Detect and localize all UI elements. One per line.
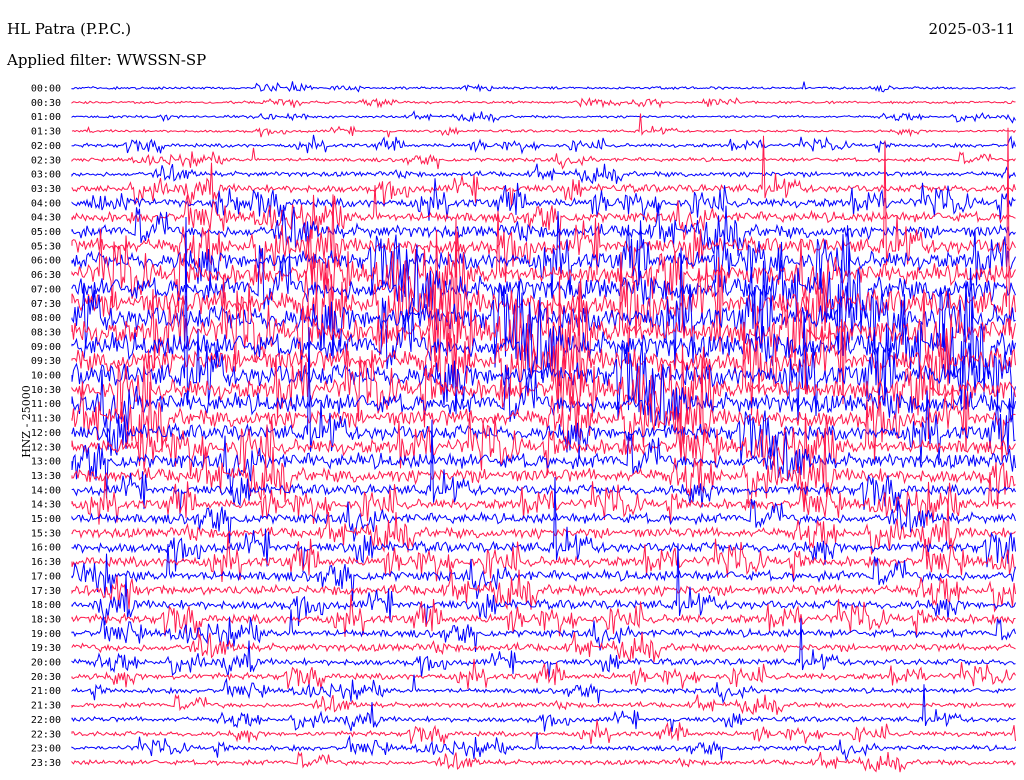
row-time-label: 21:30 [31,701,61,712]
trace-1930 [71,631,1016,663]
row-time-label: 09:00 [31,342,61,353]
row-time-label: 13:00 [31,457,61,468]
row-time-label: 11:30 [31,414,61,425]
row-time-label: 17:00 [31,571,61,582]
row-time-label: 01:00 [31,112,61,123]
row-time-label: 22:30 [31,729,61,740]
row-time-label: 11:00 [31,399,61,410]
row-time-label: 04:00 [31,198,61,209]
row-time-label: 17:30 [31,586,61,597]
row-time-label: 00:30 [31,98,61,109]
row-time-label: 06:00 [31,256,61,267]
row-time-label: 16:30 [31,557,61,568]
row-time-label: 20:00 [31,658,61,669]
trace-0200 [71,134,1016,155]
trace-1800 [71,543,1016,627]
trace-2330 [71,751,1016,773]
row-time-label: 12:30 [31,442,61,453]
trace-0100 [71,110,1016,124]
trace-0300 [71,163,1016,185]
row-time-label: 23:30 [31,758,61,769]
row-time-label: 00:00 [31,84,61,95]
row-time-label: 02:30 [31,155,61,166]
row-time-label: 07:30 [31,299,61,310]
row-time-label: 22:00 [31,715,61,726]
row-time-label: 20:30 [31,672,61,683]
row-time-label: 07:00 [31,284,61,295]
row-time-label: 10:30 [31,385,61,396]
row-time-label: 18:00 [31,600,61,611]
trace-2100 [71,674,1016,704]
trace-0230 [71,147,1016,170]
row-time-label: 01:30 [31,127,61,138]
row-time-label: 04:30 [31,213,61,224]
row-time-label: 16:00 [31,543,61,554]
row-time-label: 06:30 [31,270,61,281]
row-time-label: 14:00 [31,485,61,496]
row-time-label: 13:30 [31,471,61,482]
row-time-label: 05:00 [31,227,61,238]
row-time-label: 03:30 [31,184,61,195]
row-time-label: 08:00 [31,313,61,324]
row-time-label: 15:30 [31,528,61,539]
row-time-label: 14:30 [31,500,61,511]
row-time-label: 19:00 [31,629,61,640]
trace-2130 [71,693,1016,716]
row-time-label: 05:30 [31,241,61,252]
row-time-label: 08:30 [31,327,61,338]
row-time-label: 15:00 [31,514,61,525]
row-time-label: 03:00 [31,170,61,181]
row-time-label: 23:00 [31,744,61,755]
row-time-label: 02:00 [31,141,61,152]
row-time-label: 10:00 [31,371,61,382]
row-time-label: 19:30 [31,643,61,654]
row-time-label: 18:30 [31,614,61,625]
row-time-label: 21:00 [31,686,61,697]
seismogram-plot: 00:00 00:30 01:00 01:30 02:00 02:30 03:00 03:30… [31,81,1016,773]
trace-0030 [71,97,1016,109]
row-time-label: 09:30 [31,356,61,367]
trace-0000 [71,81,1016,93]
row-time-label: 12:00 [31,428,61,439]
